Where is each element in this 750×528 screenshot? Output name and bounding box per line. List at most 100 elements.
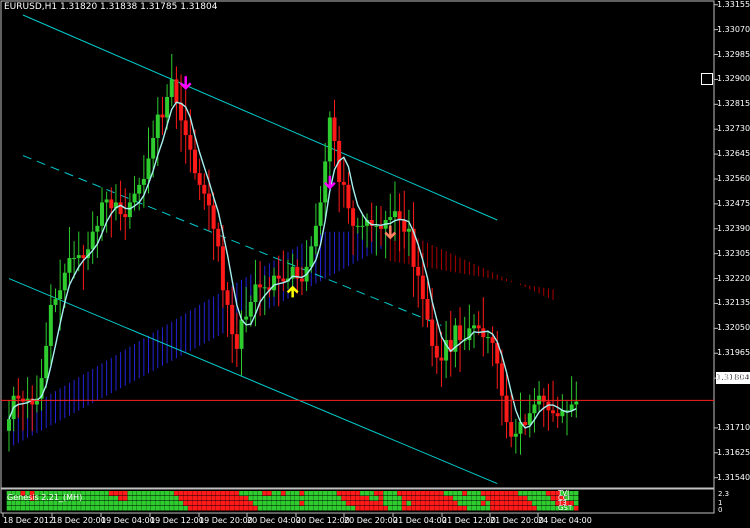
- time-axis-label: 18 Dec 2012: [3, 516, 55, 525]
- indicator-cell: [448, 501, 453, 506]
- chart-shift-button[interactable]: [701, 73, 713, 85]
- indicator-cell: [239, 496, 244, 501]
- indicator-cell: [285, 506, 291, 511]
- indicator-cell: [155, 501, 160, 506]
- indicator-cell: [253, 501, 258, 506]
- indicator-cell: [313, 491, 318, 496]
- indicator-cell: [439, 501, 444, 506]
- candle-body: [392, 211, 397, 218]
- indicator-cell: [332, 501, 337, 506]
- indicator-cell: [383, 506, 388, 511]
- indicator-cell: [290, 501, 295, 506]
- time-axis-label: 19 Dec 20:00: [199, 516, 253, 525]
- indicator-cell: [336, 496, 342, 501]
- indicator-cell: [420, 491, 425, 496]
- indicator-cell: [355, 506, 360, 511]
- indicator-cell: [425, 506, 430, 511]
- indicator-cell: [271, 496, 277, 501]
- indicator-cell: [127, 501, 132, 506]
- indicator-cell: [401, 491, 407, 496]
- indicator-cell: [457, 496, 463, 501]
- indicator-cell: [425, 491, 430, 496]
- indicator-cell: [527, 501, 532, 506]
- indicator-cell: [550, 506, 556, 511]
- indicator-cell: [457, 506, 463, 511]
- indicator-cell: [336, 506, 342, 511]
- candle-body: [230, 304, 235, 335]
- indicator-cell: [453, 491, 458, 496]
- indicator-cell: [295, 506, 300, 511]
- indicator-cell: [71, 506, 77, 511]
- indicator-cell: [448, 506, 453, 511]
- indicator-cell: [369, 491, 374, 496]
- candle-body: [323, 161, 328, 203]
- indicator-row-label: GST: [558, 504, 573, 512]
- indicator-cell: [448, 496, 453, 501]
- candle-body: [48, 304, 53, 346]
- candle-body: [439, 357, 444, 361]
- indicator-cell: [146, 506, 151, 511]
- indicator-cell: [34, 506, 39, 511]
- indicator-cell: [76, 506, 81, 511]
- indicator-cell: [85, 501, 91, 506]
- indicator-cell: [253, 506, 258, 511]
- indicator-cell: [188, 506, 193, 511]
- indicator-cell: [378, 506, 384, 511]
- symbol-info: EURUSD,H1 1.31820 1.31838 1.31785 1.3180…: [4, 2, 218, 12]
- candle-body: [76, 255, 81, 259]
- indicator-cell: [308, 501, 314, 506]
- indicator-cell: [281, 506, 286, 511]
- indicator-cell: [118, 501, 123, 506]
- indicator-cell: [429, 491, 435, 496]
- indicator-cell: [122, 491, 128, 496]
- price-chart[interactable]: [0, 0, 750, 528]
- time-axis-label: 18 Dec 20:00: [52, 516, 106, 525]
- indicator-cell: [16, 506, 21, 511]
- indicator-cell: [99, 501, 105, 506]
- indicator-cell: [392, 491, 398, 496]
- candle-body: [220, 246, 225, 291]
- price-axis-label: 1.32305: [717, 248, 750, 258]
- indicator-cell: [304, 496, 309, 501]
- indicator-cell: [327, 506, 332, 511]
- indicator-cell: [332, 496, 337, 501]
- indicator-cell: [518, 506, 523, 511]
- indicator-cell: [467, 506, 472, 511]
- indicator-cell: [85, 506, 91, 511]
- indicator-cell: [392, 506, 398, 511]
- indicator-cell: [397, 506, 402, 511]
- indicator-cell: [132, 506, 137, 511]
- indicator-cell: [420, 496, 425, 501]
- indicator-cell: [322, 506, 328, 511]
- indicator-cell: [532, 491, 537, 496]
- indicator-cell: [513, 506, 518, 511]
- time-axis-label: 19 Dec 04:00: [101, 516, 155, 525]
- indicator-cell: [57, 506, 63, 511]
- indicator-cell: [532, 496, 537, 501]
- indicator-cell: [536, 501, 542, 506]
- indicator-cell: [536, 506, 542, 511]
- candle-body: [523, 422, 528, 425]
- indicator-cell: [434, 496, 439, 501]
- indicator-cell: [271, 491, 277, 496]
- indicator-cell: [160, 496, 165, 501]
- indicator-cell: [164, 491, 170, 496]
- candle-body: [179, 102, 184, 121]
- price-axis-label: 1.33155: [717, 0, 750, 9]
- indicator-cell: [485, 506, 491, 511]
- indicator-cell: [481, 491, 486, 496]
- candle-body: [472, 325, 476, 329]
- indicator-cell: [248, 501, 253, 506]
- indicator-cell: [155, 496, 160, 501]
- indicator-cell: [327, 496, 332, 501]
- indicator-cell: [25, 506, 30, 511]
- candle-body: [72, 258, 77, 260]
- indicator-cell: [257, 496, 263, 501]
- indicator-cell: [141, 496, 146, 501]
- indicator-cell: [20, 506, 26, 511]
- indicator-cell: [494, 491, 500, 496]
- indicator-cell: [122, 501, 128, 506]
- indicator-cell: [202, 491, 207, 496]
- indicator-cell: [504, 496, 509, 501]
- indicator-cell: [527, 496, 532, 501]
